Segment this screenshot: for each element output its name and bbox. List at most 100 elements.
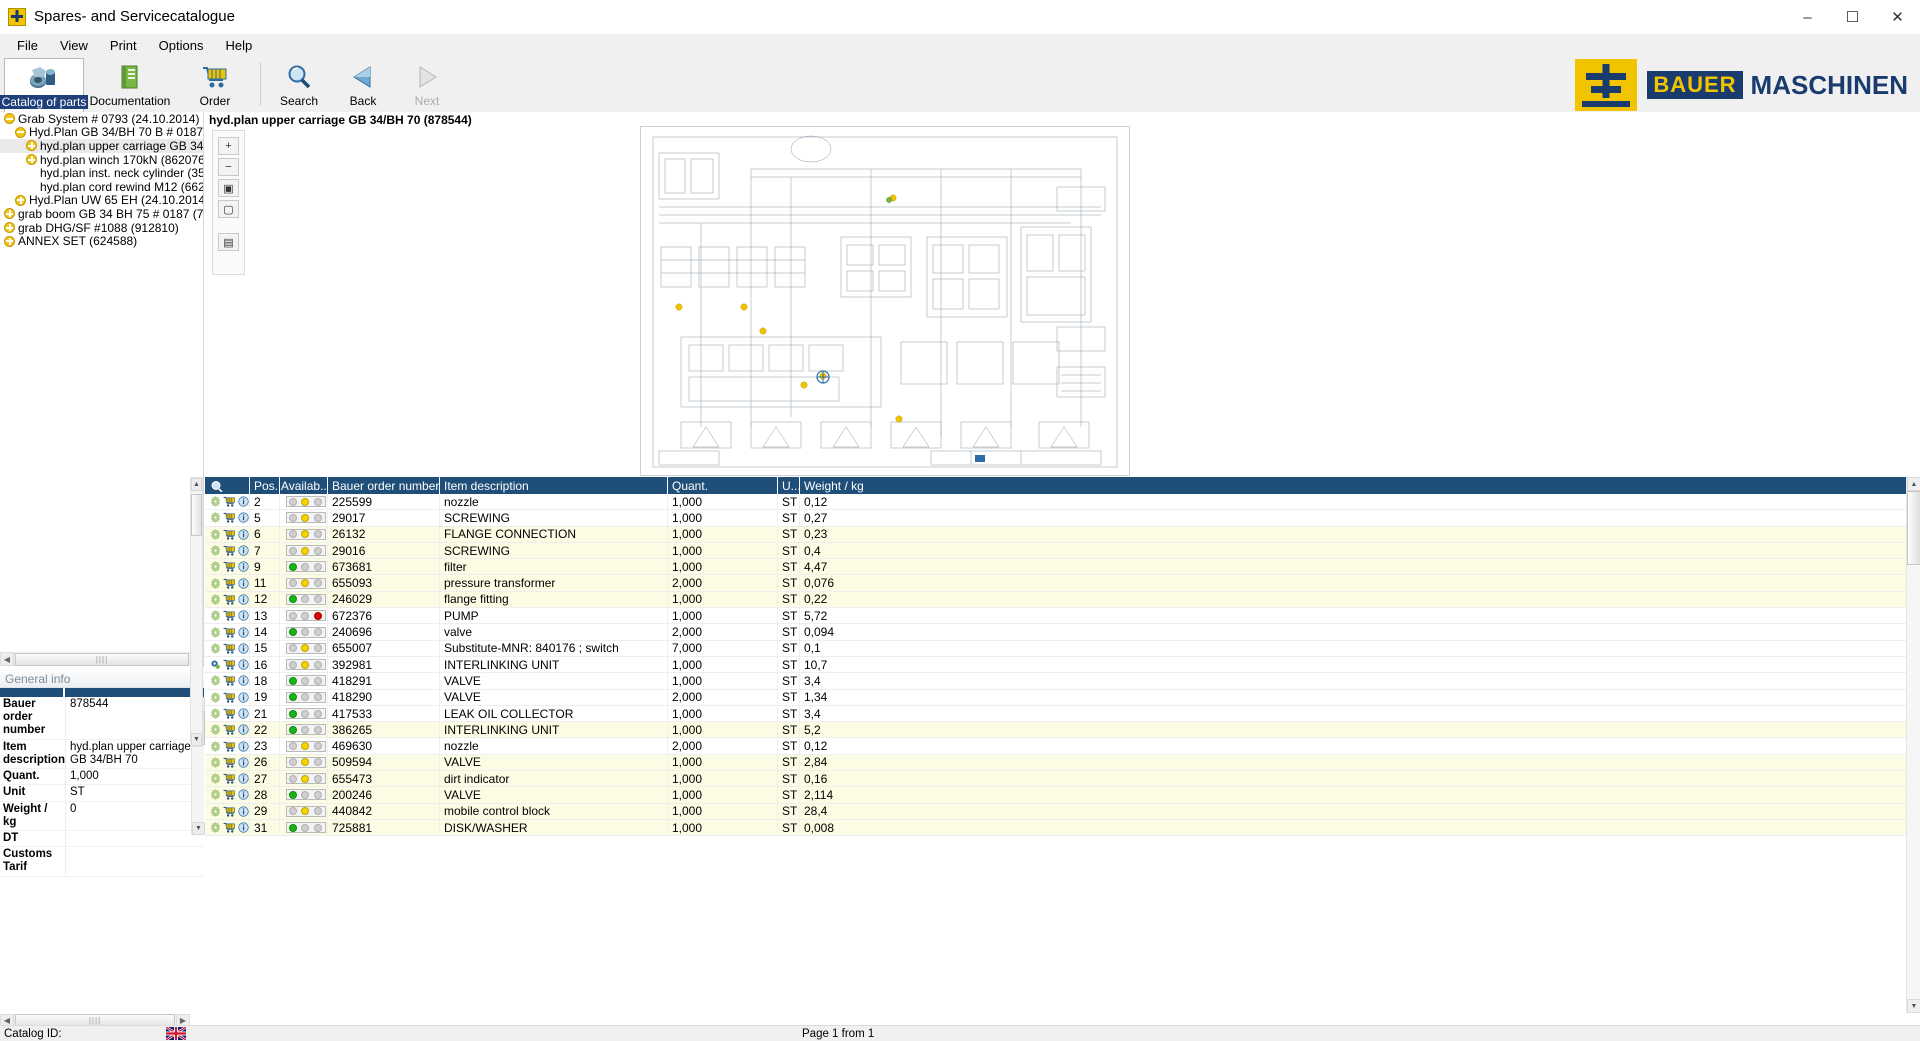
zoom-out-icon[interactable]: − <box>218 158 239 176</box>
row-info-icon[interactable] <box>238 806 249 817</box>
add-to-cart-icon[interactable] <box>223 496 236 507</box>
row-info-icon[interactable] <box>238 789 249 800</box>
table-row[interactable]: 23469630nozzle2,000ST0,12 <box>205 738 1920 754</box>
table-row[interactable]: 15655007Substitute-MNR: 840176 ; switch7… <box>205 641 1920 657</box>
row-info-icon[interactable] <box>238 545 249 556</box>
column-header[interactable]: Quant. <box>668 477 778 494</box>
ribbon-next[interactable]: Next <box>395 58 459 114</box>
gear-icon[interactable] <box>210 578 221 589</box>
gear-icon[interactable] <box>210 773 221 784</box>
row-info-icon[interactable] <box>238 610 249 621</box>
ribbon-catalog-of-parts[interactable]: Catalog of parts <box>4 58 84 114</box>
tree-item[interactable]: Hyd.Plan GB 34/BH 70 B # 0187 (24.10.201… <box>0 126 203 140</box>
row-info-icon[interactable] <box>238 741 249 752</box>
row-info-icon[interactable] <box>238 496 249 507</box>
row-info-icon[interactable] <box>238 627 249 638</box>
gear-icon[interactable] <box>210 529 221 540</box>
tree-item[interactable]: hyd.plan inst. neck cylinder (355803) <box>0 166 203 180</box>
table-scroll-thumb[interactable] <box>1907 491 1920 565</box>
table-row[interactable]: 21417533LEAK OIL COLLECTOR1,000ST3,4 <box>205 706 1920 722</box>
add-to-cart-icon[interactable] <box>223 529 236 540</box>
tree-scroll-left-icon[interactable]: ◀ <box>0 652 14 666</box>
menu-view[interactable]: View <box>49 36 99 55</box>
list-vertical-scrollbar[interactable]: ▲ ▼ <box>190 477 203 747</box>
gear-icon[interactable] <box>210 545 221 556</box>
table-row[interactable]: 31725881DISK/WASHER1,000ST0,008 <box>205 820 1920 836</box>
table-row[interactable]: 14240696valve2,000ST0,094 <box>205 624 1920 640</box>
table-row[interactable]: 11655093pressure transformer2,000ST0,076 <box>205 575 1920 591</box>
menu-print[interactable]: Print <box>99 36 148 55</box>
tree-expand-icon[interactable] <box>4 208 15 219</box>
tree-expand-icon[interactable] <box>26 154 37 165</box>
row-info-icon[interactable] <box>238 659 249 670</box>
table-row[interactable]: 22386265INTERLINKING UNIT1,000ST5,2 <box>205 722 1920 738</box>
row-info-icon[interactable] <box>238 692 249 703</box>
list-scroll-down-icon[interactable]: ▼ <box>191 733 202 746</box>
gear-icon[interactable] <box>210 496 221 507</box>
add-to-cart-icon[interactable] <box>223 757 236 768</box>
row-info-icon[interactable] <box>238 529 249 540</box>
tree-item[interactable]: grab boom GB 34 BH 75 # 0187 (759481) <box>0 207 203 221</box>
tree-item[interactable]: ANNEX SET (624588) <box>0 234 203 248</box>
table-row[interactable]: 19418290VALVE2,000ST1,34 <box>205 690 1920 706</box>
add-to-cart-icon[interactable] <box>223 643 236 654</box>
gear-icon[interactable] <box>210 594 221 605</box>
ribbon-order[interactable]: Order <box>176 58 254 114</box>
gear-icon[interactable] <box>210 757 221 768</box>
tree-item[interactable]: Hyd.Plan UW 65 EH (24.10.2014) (69225 <box>0 194 203 208</box>
list-scroll-thumb[interactable] <box>191 494 202 536</box>
gear-icon[interactable] <box>210 643 221 654</box>
add-to-cart-icon[interactable] <box>223 594 236 605</box>
add-to-cart-icon[interactable] <box>223 659 236 670</box>
add-to-cart-icon[interactable] <box>223 724 236 735</box>
add-to-cart-icon[interactable] <box>223 578 236 589</box>
add-to-cart-icon[interactable] <box>223 610 236 621</box>
gear-icon[interactable] <box>210 610 221 621</box>
row-info-icon[interactable] <box>238 643 249 654</box>
table-row[interactable]: 13672376PUMP1,000ST5,72 <box>205 608 1920 624</box>
zoom-in-icon[interactable]: + <box>218 137 239 155</box>
table-scroll-down-icon[interactable]: ▼ <box>1907 999 1920 1013</box>
tree-collapse-icon[interactable] <box>15 127 26 138</box>
add-to-cart-icon[interactable] <box>223 561 236 572</box>
table-scroll-up-icon[interactable]: ▲ <box>1907 477 1920 491</box>
menu-help[interactable]: Help <box>214 36 263 55</box>
tree-item[interactable]: grab DHG/SF #1088 (912810) <box>0 221 203 235</box>
add-to-cart-icon[interactable] <box>223 773 236 784</box>
column-header[interactable]: Item description <box>440 477 668 494</box>
table-row[interactable]: 16392981INTERLINKING UNIT1,000ST10,7 <box>205 657 1920 673</box>
tree-scroll-thumb[interactable]: |||| <box>15 653 189 666</box>
add-to-cart-icon[interactable] <box>223 708 236 719</box>
menu-file[interactable]: File <box>6 36 49 55</box>
row-info-icon[interactable] <box>238 773 249 784</box>
gear-icon[interactable] <box>210 692 221 703</box>
table-row[interactable]: 529017SCREWING1,000ST0,27 <box>205 510 1920 526</box>
row-info-icon[interactable] <box>238 512 249 523</box>
add-to-cart-icon[interactable] <box>223 692 236 703</box>
parts-table-vertical-scrollbar[interactable]: ▲ ▼ <box>1906 477 1920 1013</box>
row-info-icon[interactable] <box>238 822 249 833</box>
tree-horizontal-scrollbar[interactable]: ◀ |||| ▶ <box>0 652 204 666</box>
add-to-cart-icon[interactable] <box>223 822 236 833</box>
gear-icon[interactable] <box>210 741 221 752</box>
row-info-icon[interactable] <box>238 578 249 589</box>
row-info-icon[interactable] <box>238 594 249 605</box>
tree-item[interactable]: hyd.plan upper carriage GB 34/BH 70 (8 <box>0 139 203 153</box>
table-row[interactable]: 9673681filter1,000ST4,47 <box>205 559 1920 575</box>
tree-item[interactable]: hyd.plan cord rewind M12 (662665) <box>0 180 203 194</box>
row-info-icon[interactable] <box>238 708 249 719</box>
add-to-cart-icon[interactable] <box>223 741 236 752</box>
ribbon-documentation[interactable]: Documentation <box>84 58 176 114</box>
table-row[interactable]: 27655473dirt indicator1,000ST0,16 <box>205 771 1920 787</box>
gear-icon[interactable] <box>210 724 221 735</box>
layers-icon[interactable]: ▤ <box>218 233 239 251</box>
add-to-cart-icon[interactable] <box>223 806 236 817</box>
tree-expand-icon[interactable] <box>15 195 26 206</box>
gear-icon[interactable] <box>210 561 221 572</box>
ribbon-back[interactable]: Back <box>331 58 395 114</box>
row-info-icon[interactable] <box>238 675 249 686</box>
table-row[interactable]: 28200246VALVE1,000ST2,114 <box>205 787 1920 803</box>
uk-flag-icon[interactable] <box>166 1027 186 1040</box>
fit-width-icon[interactable]: ▢ <box>218 200 239 218</box>
gear-blue-icon[interactable] <box>210 659 221 670</box>
